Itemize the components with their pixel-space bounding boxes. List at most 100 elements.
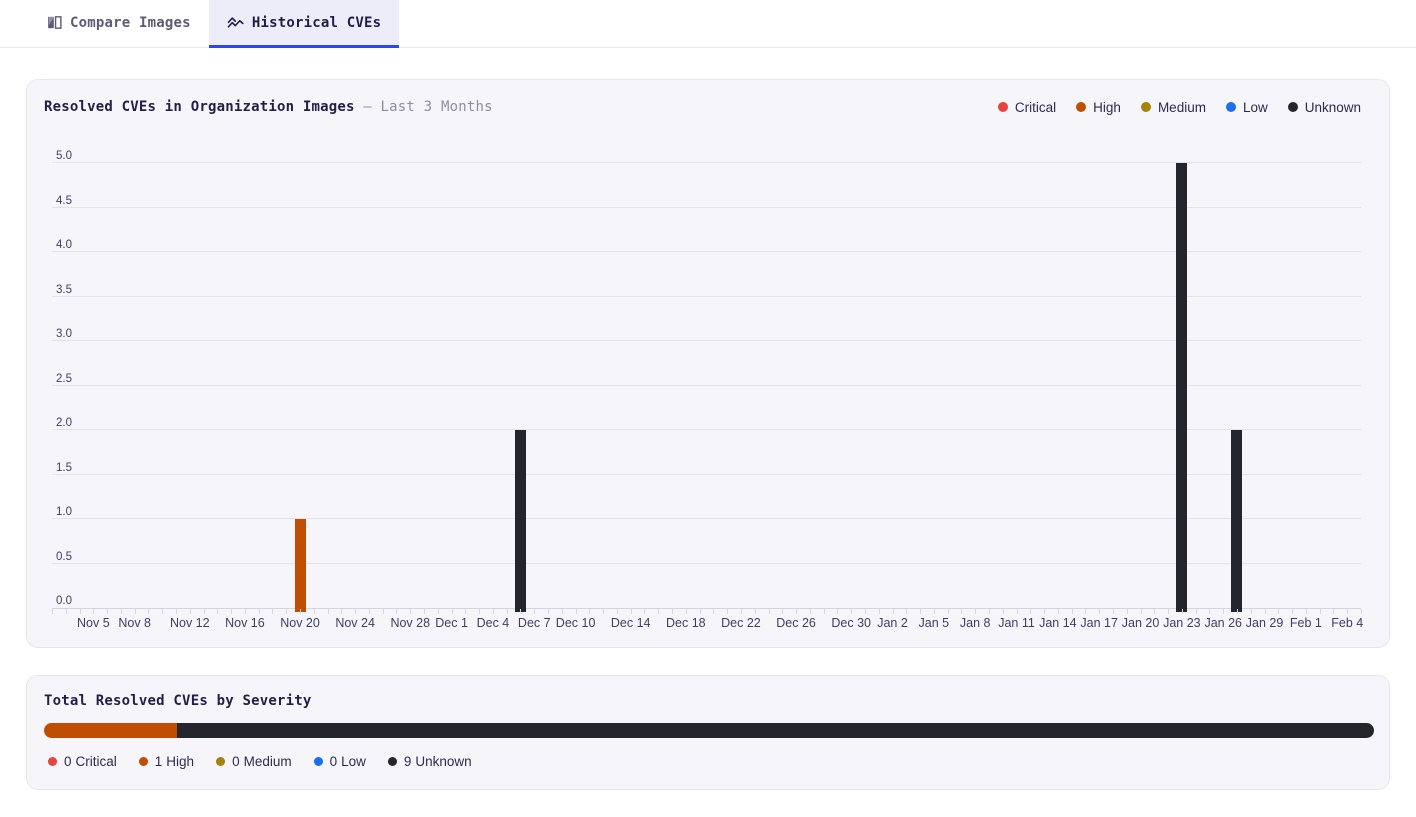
compare-images-icon [46, 14, 63, 31]
summary-legend-item-low: 0Low [314, 754, 366, 769]
x-axis-tick [1085, 609, 1086, 614]
critical-dot [998, 102, 1008, 112]
x-axis-tick [341, 609, 342, 614]
y-axis-label: 3.5 [56, 284, 72, 296]
x-axis-label: Jan 26 [1204, 616, 1242, 630]
x-axis-tick [548, 609, 549, 614]
x-axis-tick [1044, 609, 1045, 614]
gridline [52, 162, 1361, 163]
x-axis-tick [1141, 609, 1142, 614]
x-axis: Nov 5Nov 8Nov 12Nov 16Nov 20Nov 24Nov 28… [52, 609, 1361, 637]
gridline [52, 251, 1361, 252]
x-axis-tick [1003, 609, 1004, 614]
x-axis-tick [906, 609, 907, 614]
bar-unknown-jan27[interactable] [1231, 430, 1242, 612]
x-axis-label: Nov 20 [280, 616, 320, 630]
x-axis-tick [672, 609, 673, 614]
x-axis-label: Jan 11 [998, 616, 1035, 630]
y-axis-label: 4.5 [56, 195, 72, 207]
x-axis-tick [1168, 609, 1169, 614]
y-axis-label: 2.0 [56, 417, 72, 429]
x-axis-tick [80, 609, 81, 614]
x-axis-label: Dec 18 [666, 616, 706, 630]
legend-item-low: Low [1226, 100, 1268, 115]
x-axis-tick [1030, 609, 1031, 614]
x-axis-tick [231, 609, 232, 614]
x-axis-tick [520, 609, 521, 614]
x-axis-label: Jan 29 [1246, 616, 1284, 630]
y-axis-label: 4.0 [56, 239, 72, 251]
x-axis-tick [961, 609, 962, 614]
x-axis-tick [1196, 609, 1197, 614]
resolved-cves-chart-card: Resolved CVEs in Organization Images — L… [26, 79, 1390, 648]
critical-dot [48, 757, 57, 766]
x-axis-tick [1237, 609, 1238, 614]
y-axis-label: 0.5 [56, 551, 72, 563]
x-axis-label: Nov 28 [390, 616, 430, 630]
x-axis-tick [1154, 609, 1155, 614]
summary-legend-item-unknown: 9Unknown [388, 754, 472, 769]
severity-stacked-bar [44, 723, 1374, 738]
x-axis-tick [465, 609, 466, 614]
tab-compare-images[interactable]: Compare Images [28, 0, 209, 48]
x-axis-label: Feb 4 [1331, 616, 1363, 630]
x-axis-tick [204, 609, 205, 614]
x-axis-tick [1251, 609, 1252, 614]
x-axis-tick [576, 609, 577, 614]
x-axis-tick [314, 609, 315, 614]
tab-label: Compare Images [70, 15, 191, 31]
x-axis-tick [755, 609, 756, 614]
x-axis-tick [66, 609, 67, 614]
x-axis-tick [562, 609, 563, 614]
x-axis-tick [52, 609, 53, 614]
x-axis-tick [603, 609, 604, 614]
gridline [52, 296, 1361, 297]
severity-summary-card: Total Resolved CVEs by Severity 0Critica… [26, 675, 1390, 790]
legend-item-critical: Critical [998, 100, 1056, 115]
x-axis-tick [1333, 609, 1334, 614]
x-axis-tick [148, 609, 149, 614]
x-axis-label: Dec 30 [831, 616, 871, 630]
x-axis-tick [369, 609, 370, 614]
low-dot [1226, 102, 1236, 112]
x-axis-tick [135, 609, 136, 614]
x-axis-label: Feb 1 [1290, 616, 1322, 630]
x-axis-tick [741, 609, 742, 614]
x-axis-tick [286, 609, 287, 614]
x-axis-tick [272, 609, 273, 614]
x-axis-tick [975, 609, 976, 614]
x-axis-tick [631, 609, 632, 614]
x-axis-label: Jan 23 [1163, 616, 1201, 630]
x-axis-tick [769, 609, 770, 614]
x-axis-tick [300, 609, 301, 614]
x-axis-tick [93, 609, 94, 614]
x-axis-label: Jan 5 [919, 616, 950, 630]
chart-subtitle: — Last 3 Months [363, 99, 492, 115]
x-axis-tick [893, 609, 894, 614]
x-axis-tick [438, 609, 439, 614]
bar-high-nov20[interactable] [295, 519, 306, 612]
x-axis-tick [810, 609, 811, 614]
tab-historical-cves[interactable]: Historical CVEs [209, 0, 399, 48]
y-axis-label: 3.0 [56, 328, 72, 340]
summary-legend-item-high: 1High [139, 754, 194, 769]
y-axis-label: 1.0 [56, 506, 72, 518]
x-axis-tick [355, 609, 356, 614]
x-axis-tick [700, 609, 701, 614]
x-axis-tick [727, 609, 728, 614]
y-axis-label: 0.0 [56, 595, 72, 607]
high-dot [1076, 102, 1086, 112]
x-axis-tick [410, 609, 411, 614]
x-axis-label: Dec 26 [776, 616, 816, 630]
x-axis-tick [1072, 609, 1073, 614]
gridline [52, 385, 1361, 386]
x-axis-label: Dec 4 [477, 616, 510, 630]
gridline [52, 474, 1361, 475]
bar-unknown-dec6[interactable] [515, 430, 526, 612]
bar-unknown-jan23[interactable] [1176, 163, 1187, 612]
summary-title: Total Resolved CVEs by Severity [44, 693, 1372, 709]
x-axis-tick [713, 609, 714, 614]
x-axis-tick [1113, 609, 1114, 614]
x-axis-tick [934, 609, 935, 614]
x-axis-label: Nov 8 [118, 616, 151, 630]
